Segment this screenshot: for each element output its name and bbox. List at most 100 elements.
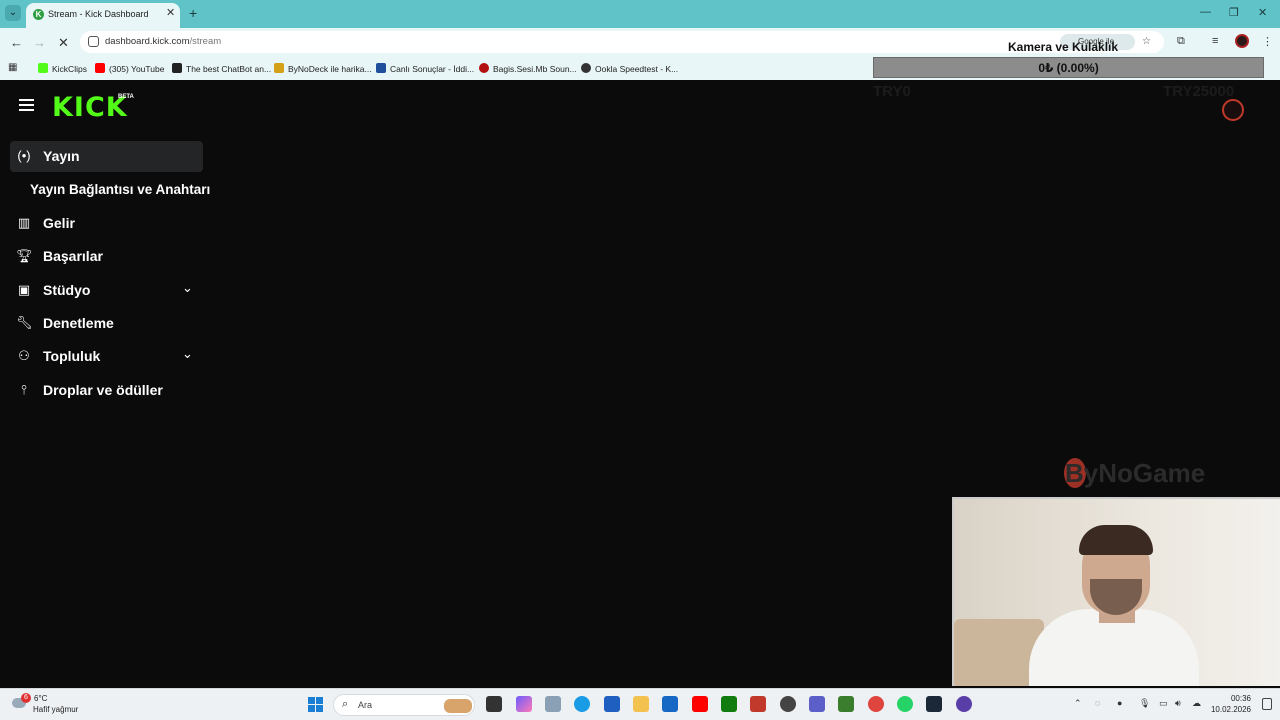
obs-icon[interactable]	[780, 696, 796, 712]
bar-chart-icon: ▥	[17, 215, 31, 230]
apps-grid-icon[interactable]: ▦	[8, 62, 17, 73]
tray-expand-icon[interactable]: ⌃	[1074, 698, 1082, 709]
new-tab-icon[interactable]: +	[189, 5, 197, 21]
bookmark-star-icon[interactable]: ☆	[1142, 36, 1151, 47]
chevron-down-icon[interactable]: ⌄	[182, 280, 193, 296]
webcam-feed	[952, 497, 1280, 686]
store-icon[interactable]	[604, 696, 620, 712]
microphone-icon[interactable]: 🎙︎	[1139, 698, 1150, 709]
wrench-icon: 🔧︎	[16, 315, 33, 330]
edge-icon[interactable]	[574, 696, 590, 712]
sidebar-item-label: Droplar ve ödüller	[43, 382, 163, 398]
hamburger-menu-icon[interactable]	[19, 99, 34, 111]
start-button[interactable]	[308, 697, 324, 713]
app-circle-icon[interactable]	[956, 696, 972, 712]
tray-app-icon[interactable]: ◌	[1095, 698, 1100, 708]
kick-favicon-icon: K	[33, 9, 44, 20]
bynogame-watermark: ByNoGame	[1065, 458, 1206, 488]
sidebar-item-label: Stüdyo	[43, 282, 91, 298]
url-text: dashboard.kick.com/stream	[105, 36, 222, 47]
task-view-icon[interactable]	[486, 696, 502, 712]
notification-icon[interactable]	[1262, 698, 1272, 710]
extensions-icon[interactable]: ⧉	[1177, 35, 1185, 48]
kick-logo[interactable]: KICK	[52, 92, 128, 123]
clock-date: 10.02.2026	[1210, 705, 1251, 714]
tray-red-icon[interactable]: ●	[1117, 698, 1122, 708]
browser-menu-icon[interactable]: ⋮	[1262, 35, 1273, 48]
community-icon: ⚇	[18, 348, 30, 363]
search-highlight-image	[444, 699, 472, 713]
bookmark-ookla[interactable]: Ookla Speedtest - K...	[581, 61, 678, 77]
restore-icon[interactable]: ❐	[1229, 6, 1239, 19]
tab-close-icon[interactable]: ✕	[166, 6, 175, 19]
reading-list-icon[interactable]: ≡	[1212, 35, 1218, 47]
stop-loading-icon[interactable]: ✕	[58, 35, 69, 51]
weather-condition: Hafif yağmur	[33, 705, 79, 714]
youtube-app-icon[interactable]	[692, 696, 708, 712]
xbox-icon[interactable]	[721, 696, 737, 712]
sidebar-item-label: Yayın	[43, 148, 80, 164]
broadcast-icon: (•)	[17, 148, 31, 163]
tab-search-icon[interactable]: ⌄	[5, 5, 21, 21]
bookmark-kickclips[interactable]: KickClips	[38, 61, 87, 77]
whatsapp-icon[interactable]	[897, 696, 913, 712]
clock-time: 00:36	[1230, 694, 1251, 703]
profile-avatar[interactable]	[1235, 34, 1249, 48]
sidebar-item-studyo[interactable]: ▣ Stüdyo ⌄	[10, 275, 203, 306]
weather-temperature: 6°C	[34, 694, 48, 703]
sidebar-subitem-stream-key[interactable]: Yayın Bağlantısı ve Anahtarı	[30, 182, 210, 197]
chrome-icon[interactable]	[868, 696, 884, 712]
sidebar-item-label: Denetleme	[43, 315, 114, 331]
trophy-icon: 🏆︎	[16, 248, 33, 263]
minecraft-icon[interactable]	[838, 696, 854, 712]
browser-tab-strip: ⌄ K Stream - Kick Dashboard ✕ + — ❐ ✕	[0, 0, 1280, 28]
taskbar-clock[interactable]: 00:36 10.02.2026	[1209, 693, 1251, 715]
address-bar[interactable]: dashboard.kick.com/stream Google ile ☆	[80, 31, 1164, 53]
chatbot-icon	[172, 63, 182, 73]
forward-icon[interactable]: →	[33, 35, 46, 50]
teams-icon[interactable]	[809, 696, 825, 712]
sidebar-item-yayin[interactable]: (•) Yayın	[10, 141, 203, 172]
beta-badge: BETA	[118, 94, 134, 100]
bookmark-bynodeck[interactable]: ByNoDeck ile harika...	[274, 61, 372, 77]
bookmark-canli-sonuclar[interactable]: Canlı Sonuçlar - İddi...	[376, 61, 474, 77]
network-icon[interactable]: ☁	[1192, 698, 1201, 709]
bookmark-youtube[interactable]: (305) YouTube	[95, 61, 164, 77]
windows-taskbar: 6 6°C Hafif yağmur ⌕ Ara ⌃ ◌ ● 🎙︎ ▭ 🔊︎ ☁…	[0, 688, 1280, 720]
ookla-icon	[581, 63, 591, 73]
minimize-icon[interactable]: —	[1200, 6, 1211, 18]
taskbar-search[interactable]: ⌕ Ara	[333, 694, 475, 716]
browser-tab[interactable]: K Stream - Kick Dashboard ✕	[26, 3, 180, 28]
bookmark-chatbot[interactable]: The best ChatBot an...	[172, 61, 271, 77]
outlook-icon[interactable]	[662, 696, 678, 712]
goal-max-label: TRY25000	[1163, 83, 1235, 100]
search-placeholder: Ara	[358, 700, 373, 710]
drops-icon: ⫯	[21, 382, 27, 397]
among-us-icon[interactable]	[750, 696, 766, 712]
calculator-icon[interactable]	[545, 696, 561, 712]
bookmark-bagis[interactable]: Bagis.Sesi.Mb Soun...	[479, 61, 577, 77]
donation-goal-text: 0₺ (0.00%)	[1038, 61, 1099, 75]
back-icon[interactable]: ←	[10, 35, 23, 50]
bagis-icon	[479, 63, 489, 73]
sidebar-item-gelir[interactable]: ▥ Gelir	[10, 208, 203, 239]
site-info-icon[interactable]	[88, 36, 99, 47]
steam-icon[interactable]	[926, 696, 942, 712]
window-close-icon[interactable]: ✕	[1258, 6, 1267, 19]
copilot-icon[interactable]	[516, 696, 532, 712]
sidebar-item-topluluk[interactable]: ⚇ Topluluk ⌄	[10, 341, 203, 372]
volume-icon[interactable]: 🔊︎	[1175, 698, 1181, 709]
weather-badge: 6	[21, 693, 31, 703]
display-icon[interactable]: ▭	[1159, 698, 1168, 709]
studio-icon: ▣	[17, 282, 31, 297]
search-icon: ⌕	[342, 698, 349, 710]
sidebar-item-denetleme[interactable]: 🔧︎ Denetleme	[10, 308, 203, 339]
overlay-camera-title: Kamera ve Kulaklık	[1008, 40, 1119, 54]
goal-min-label: TRY0	[873, 83, 911, 100]
sidebar-item-basarilar[interactable]: 🏆︎ Başarılar	[10, 241, 203, 272]
sidebar-item-droplar[interactable]: ⫯ Droplar ve ödüller	[10, 375, 203, 406]
canli-icon	[376, 63, 386, 73]
chevron-down-icon[interactable]: ⌄	[182, 346, 193, 362]
bynodeck-icon	[274, 63, 284, 73]
file-explorer-icon[interactable]	[633, 696, 649, 712]
